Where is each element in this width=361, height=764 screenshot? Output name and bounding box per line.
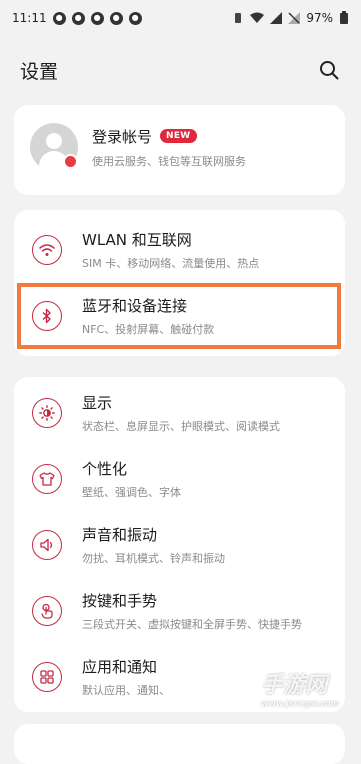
account-subtitle: 使用云服务、钱包等互联网服务 [92, 154, 246, 168]
menu-title: 应用和通知 [82, 658, 158, 676]
watermark-text: 手游网 [261, 673, 328, 698]
header: 设置 [0, 50, 361, 90]
menu-item-buttons[interactable]: 按键和手势 三段式开关、虚拟按键和全屏手势、快捷手势 [14, 579, 345, 643]
menu-title: WLAN 和互联网 [82, 231, 192, 249]
menu-title: 显示 [82, 394, 113, 412]
status-left: 11:11 ● ● ● ● ● [12, 11, 142, 25]
account-card[interactable]: 登录帐号 NEW 使用云服务、钱包等互联网服务 [14, 105, 345, 195]
notification-icon: ● [90, 11, 104, 25]
menu-item-wlan[interactable]: WLAN 和互联网 SIM 卡、移动网络、流量使用、热点 [14, 218, 345, 282]
battery-level: 97% [306, 11, 333, 25]
menu-subtitle: 壁纸、强调色、字体 [82, 486, 181, 499]
watermark: 手游网 www.jsrwgw.com [261, 667, 339, 708]
status-bar: 11:11 ● ● ● ● ● 97% [0, 0, 361, 36]
account-title-row: 登录帐号 NEW [92, 126, 246, 147]
search-button[interactable] [317, 58, 341, 82]
gesture-icon [32, 596, 62, 626]
account-text: 登录帐号 NEW 使用云服务、钱包等互联网服务 [92, 126, 246, 169]
apps-grid-icon [32, 662, 62, 692]
menu-subtitle: 勿扰、耳机模式、铃声和振动 [82, 552, 225, 565]
brightness-icon [32, 398, 62, 428]
notification-icon: ● [128, 11, 142, 25]
menu-title: 声音和振动 [82, 526, 158, 544]
new-badge: NEW [160, 129, 197, 143]
menu-item-display[interactable]: 显示 状态栏、息屏显示、护眼模式、阅读模式 [14, 381, 345, 445]
menu-subtitle: 状态栏、息屏显示、护眼模式、阅读模式 [82, 420, 280, 433]
account-row: 登录帐号 NEW 使用云服务、钱包等互联网服务 [30, 123, 246, 171]
tshirt-icon [32, 464, 62, 494]
search-icon [320, 61, 339, 80]
notification-icon: ● [71, 11, 85, 25]
menu-subtitle: SIM 卡、移动网络、流量使用、热点 [82, 257, 260, 270]
avatar [30, 123, 78, 171]
highlight-box [17, 283, 341, 349]
status-right: 97% [232, 11, 349, 25]
watermark-url: www.jsrwgw.com [261, 699, 339, 708]
menu-item-personalize[interactable]: 个性化 壁纸、强调色、字体 [14, 447, 345, 511]
notification-icon: ● [52, 11, 66, 25]
signal-icon [270, 12, 283, 24]
menu-subtitle: 三段式开关、虚拟按键和全屏手势、快捷手势 [82, 618, 302, 631]
account-title: 登录帐号 [92, 127, 153, 146]
menu-title: 按键和手势 [82, 592, 158, 610]
battery-icon [340, 11, 348, 24]
menu-subtitle: 默认应用、通知、 [82, 684, 170, 697]
status-time: 11:11 [12, 11, 47, 25]
page-title: 设置 [20, 60, 59, 83]
notification-dot [63, 154, 78, 169]
wifi-icon [32, 235, 62, 265]
notification-icon: ● [109, 11, 123, 25]
device-settings-card: 显示 状态栏、息屏显示、护眼模式、阅读模式 个性化 壁纸、强调色、字体 声音和振… [14, 377, 345, 712]
speaker-icon [32, 530, 62, 560]
more-settings-card [14, 724, 345, 764]
menu-item-sound[interactable]: 声音和振动 勿扰、耳机模式、铃声和振动 [14, 513, 345, 577]
menu-title: 个性化 [82, 460, 128, 478]
vibrate-icon [235, 13, 242, 23]
wifi-status-icon [250, 12, 265, 23]
signal-off-icon [288, 12, 301, 24]
